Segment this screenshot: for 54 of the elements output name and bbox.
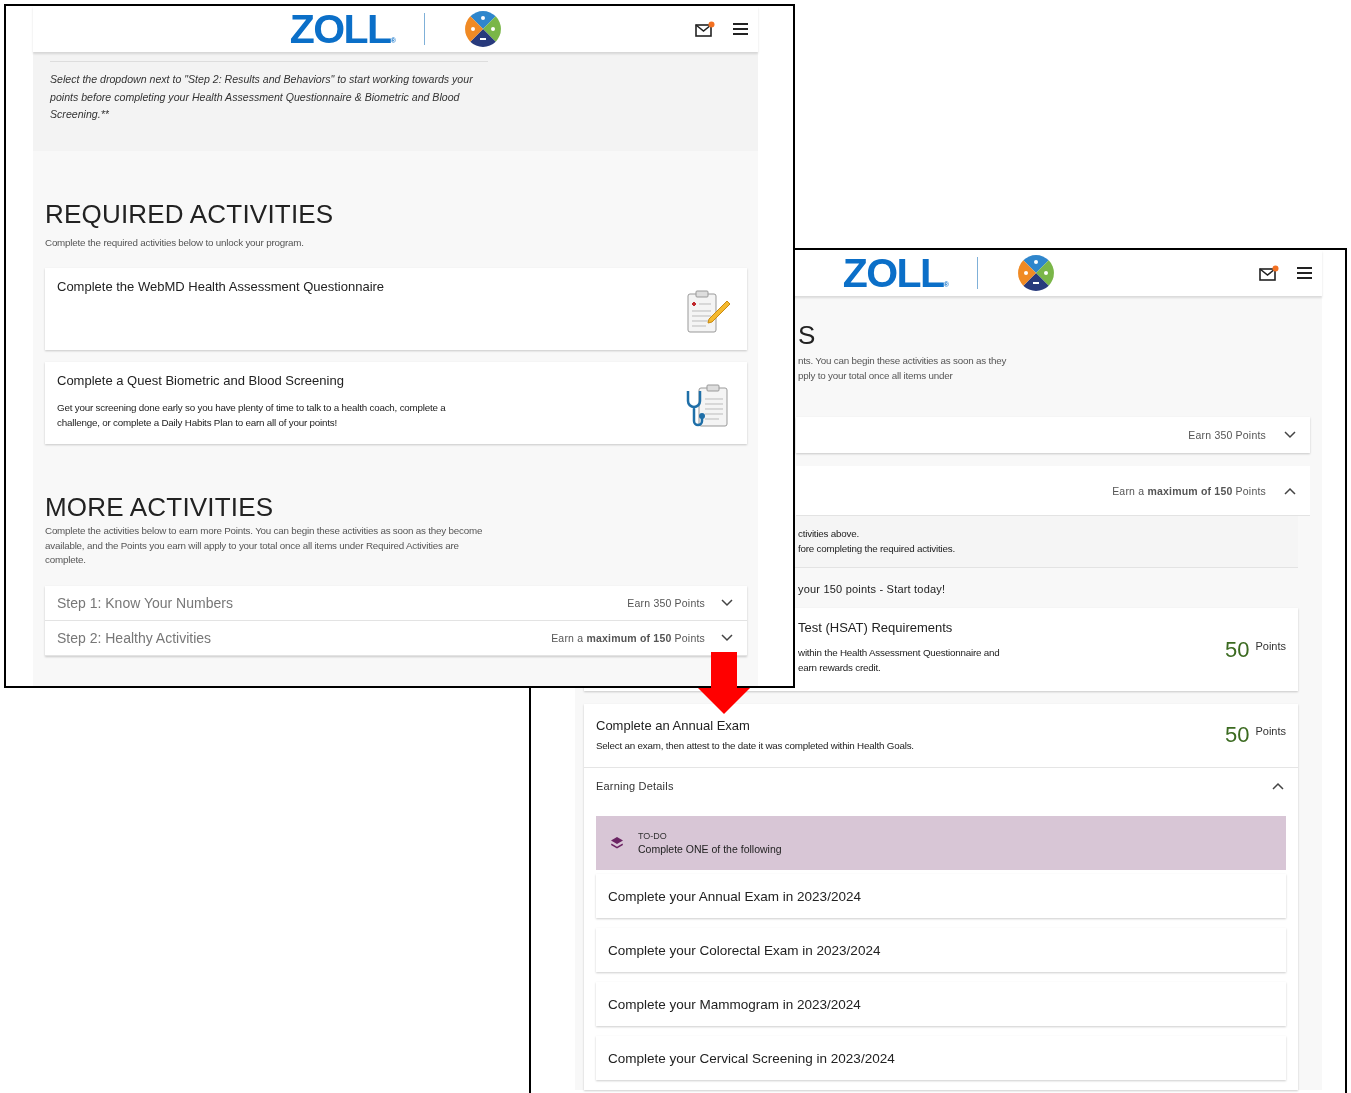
points-value: 50 — [1224, 637, 1250, 662]
intro-text: Select the dropdown next to "Step 2: Results and Behaviors" to start working towards your points before completing your Health Assessment Questionnaire & Biometric and Blood Screening.** — [50, 61, 488, 124]
chevron-icon[interactable] — [1284, 486, 1296, 495]
activity-title: Test (HSAT) Requirements — [798, 620, 954, 636]
section-heading: S — [798, 320, 817, 350]
section-heading: MORE ACTIVITIES — [45, 492, 275, 522]
earning-details-toggle[interactable]: Earning Details — [596, 768, 1286, 803]
exam-option[interactable]: Complete your Colorectal Exam in 2023/2024 — [596, 928, 1286, 972]
required-activity-card[interactable]: Complete the WebMD Health Assessment Questionnaire — [45, 268, 747, 350]
menu-icon[interactable] — [733, 23, 748, 35]
step-accordion-header[interactable]: Step 2: Healthy Activities Earn a maximum of 150 Points — [45, 620, 747, 656]
clipboard-pencil-icon — [685, 288, 731, 335]
activity-description: Select an exam, then attest to the date it was completed within Health Goals. — [596, 738, 914, 753]
step-accordion-header[interactable]: Step 1: Know Your Numbers Earn 350 Points — [45, 585, 747, 621]
step-title: Step 2: Healthy Activities — [57, 629, 212, 646]
chevron-icon[interactable] — [721, 598, 733, 607]
points-label: Earn a maximum of 150 Points — [1112, 484, 1266, 497]
mail-icon[interactable] — [1259, 265, 1279, 281]
layers-icon — [610, 836, 624, 850]
todo-text: Complete ONE of the following — [638, 843, 782, 855]
prompt-text: your 150 points - Start today! — [798, 582, 947, 597]
todo-status: TO-DO — [638, 831, 668, 841]
stethoscope-clipboard-icon — [685, 382, 731, 429]
exam-option[interactable]: Complete your Mammogram in 2023/2024 — [596, 982, 1286, 1026]
points-label: Earn 350 Points — [627, 596, 705, 609]
points-label: Earn a maximum of 150 Points — [551, 631, 705, 644]
down-arrow-drawing — [698, 652, 750, 714]
activity-title: Complete a Quest Biometric and Blood Screening — [57, 373, 345, 389]
activity-description: Get your screening done early so you have plenty of time to talk to a health coach, complete a challenge, or complete a Daily Habits Plan to earn all of your points! — [57, 401, 447, 430]
points-unit: Points — [1255, 724, 1286, 737]
activity-title: Complete the WebMD Health Assessment Questionnaire — [57, 279, 385, 295]
activity-description: within the Health Assessment Questionnaire and earn rewards credit. — [798, 646, 1000, 675]
section-description: nts. You can begin these activities as soon as they pply to your total once all items under — [798, 354, 1008, 383]
circle-emblem-icon — [1018, 255, 1055, 291]
required-activity-card[interactable] — [45, 362, 747, 444]
section-heading: REQUIRED ACTIVITIES — [45, 199, 335, 229]
chevron-icon[interactable] — [721, 633, 733, 642]
notice-text: ctivities above. fore completing the required activities. — [798, 527, 956, 556]
circle-emblem-icon — [465, 11, 502, 47]
section-description: Complete the activities below to earn more Points. You can begin these activities as soon as they become available, and the Points you earn will apply to your total once all items under Required Activities are complete. — [45, 524, 484, 567]
mail-icon[interactable] — [695, 21, 715, 37]
points-value: 50 — [1224, 723, 1250, 747]
step-accordion-header[interactable]: Earn a maximum of 150 Points — [796, 466, 1310, 516]
chevron-icon[interactable] — [1284, 431, 1296, 439]
step-title: Step 1: Know Your Numbers — [57, 594, 233, 611]
points-label: Earn 350 Points — [1188, 429, 1266, 441]
step-accordion-header[interactable]: Earn 350 Points — [796, 417, 1310, 453]
section-description: Complete the required activities below to unlock your program. — [45, 236, 305, 250]
exam-option[interactable]: Complete your Cervical Screening in 2023/2024 — [596, 1036, 1286, 1080]
menu-icon[interactable] — [1297, 267, 1312, 279]
activity-title: Complete an Annual Exam — [596, 717, 751, 734]
points-unit: Points — [1255, 638, 1286, 652]
chevron-icon[interactable] — [1272, 781, 1284, 790]
exam-option[interactable]: Complete your Annual Exam in 2023/2024 — [596, 874, 1286, 918]
